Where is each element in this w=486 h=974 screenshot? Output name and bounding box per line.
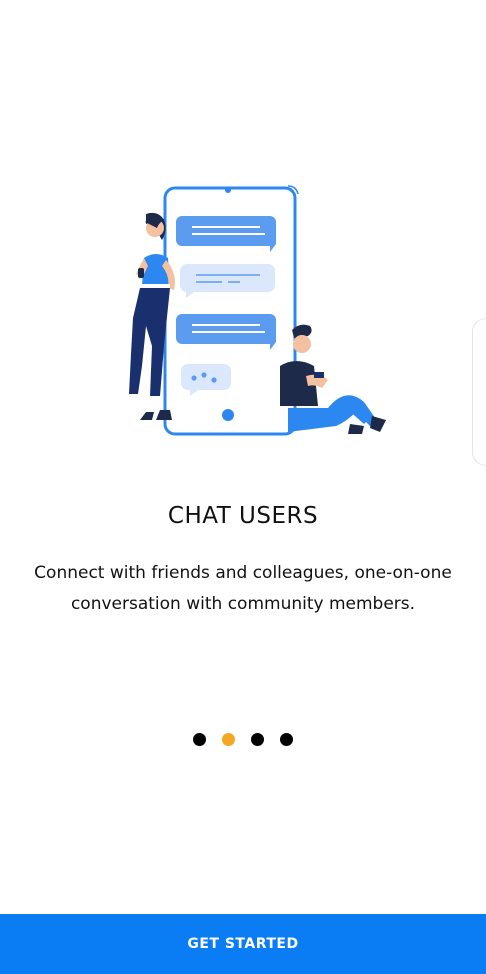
page-indicator-dot[interactable] bbox=[251, 733, 264, 746]
page-indicator-dot[interactable] bbox=[193, 733, 206, 746]
edge-panel-handle[interactable] bbox=[472, 318, 486, 466]
get-started-button[interactable]: GET STARTED bbox=[0, 914, 486, 974]
chat-illustration-icon bbox=[110, 180, 410, 450]
onboarding-description: Connect with friends and colleagues, one… bbox=[34, 563, 452, 614]
page-indicator bbox=[0, 733, 486, 747]
page-indicator-dot[interactable] bbox=[280, 733, 293, 746]
page-indicator-dot-active[interactable] bbox=[222, 733, 235, 746]
onboarding-title: CHAT USERS bbox=[167, 503, 319, 529]
